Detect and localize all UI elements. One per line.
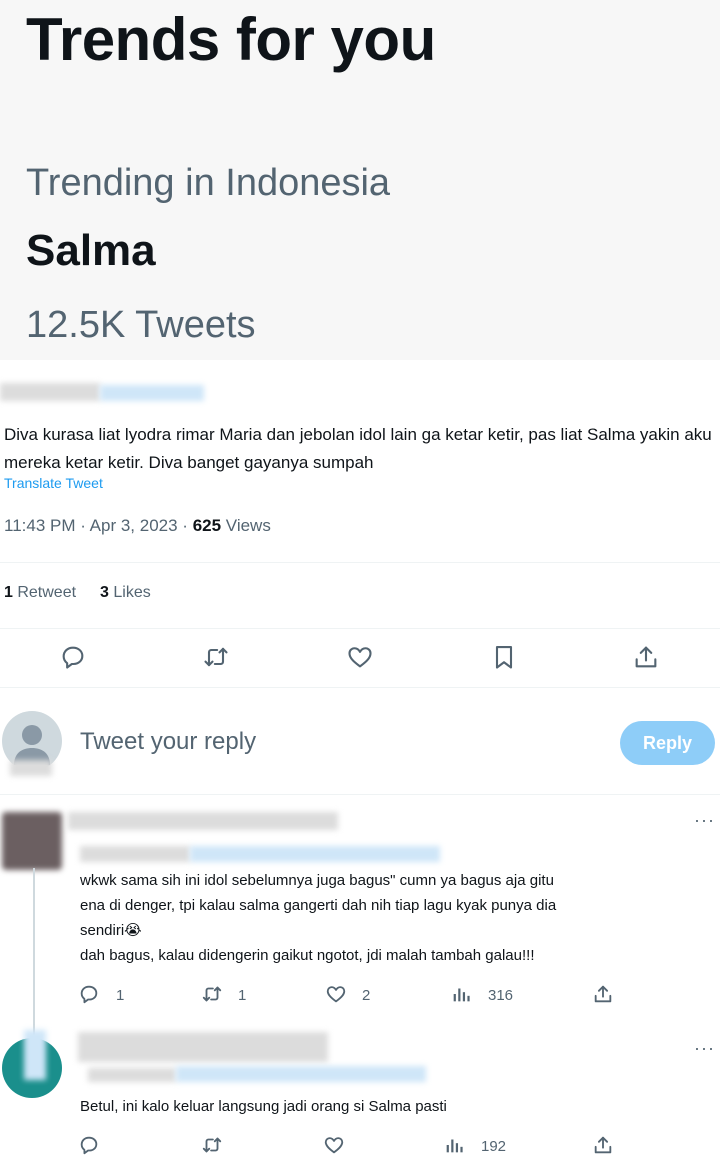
author-handle-redacted: [100, 385, 204, 401]
divider: [0, 687, 720, 688]
likes-stat[interactable]: 3 Likes: [100, 584, 151, 601]
more-icon[interactable]: ···: [694, 810, 715, 831]
author-name-redacted: [78, 1032, 328, 1062]
thread-line: [33, 868, 35, 1038]
avatar: [2, 812, 62, 870]
author-handle-redacted: [176, 1066, 426, 1082]
trend-context: Trending in Indonesia: [26, 162, 391, 204]
author-name-redacted: [0, 383, 100, 401]
tweet-stats: 1 Retweet 3 Likes: [4, 584, 151, 602]
reply-text-line: sendiri😭: [80, 922, 142, 939]
views-icon[interactable]: [450, 983, 472, 1005]
tweet-text: Diva kurasa liat lyodra rimar Maria dan …: [4, 425, 712, 472]
trend-count: 12.5K Tweets: [26, 304, 256, 346]
avatar-redacted: [24, 1030, 46, 1080]
retweets-label: Retweet: [12, 584, 77, 601]
retweet-icon[interactable]: [202, 643, 230, 671]
like-icon[interactable]: [325, 983, 347, 1005]
share-icon[interactable]: [592, 1134, 614, 1156]
share-icon[interactable]: [632, 643, 660, 671]
retweets-count: 1: [4, 584, 13, 601]
divider: [0, 628, 720, 629]
trends-panel: Trends for you Trending in Indonesia Sal…: [0, 0, 720, 360]
reply-text-line: ena di denger, tpi kalau salma gangerti …: [80, 897, 557, 914]
views-icon[interactable]: [443, 1134, 465, 1156]
like-icon[interactable]: [346, 643, 374, 671]
bookmark-icon[interactable]: [490, 643, 518, 671]
reply-text-line: dah bagus, kalau didengerin gaikut ngoto…: [80, 947, 535, 964]
reply-icon[interactable]: [78, 1134, 100, 1156]
views-count: 192: [481, 1138, 507, 1155]
retweet-icon[interactable]: [201, 983, 223, 1005]
retweet-icon[interactable]: [201, 1134, 223, 1156]
author-name-redacted: [68, 812, 338, 830]
trend-name[interactable]: Salma: [26, 226, 156, 276]
redacted-block: [10, 760, 52, 776]
author-handle-redacted: [80, 846, 190, 862]
divider: [0, 562, 720, 563]
views-count: 625: [192, 516, 222, 535]
reply-text-line: Betul, ini kalo keluar langsung jadi ora…: [80, 1098, 447, 1115]
divider: [0, 794, 720, 795]
share-icon[interactable]: [592, 983, 614, 1005]
reply-button[interactable]: Reply: [620, 721, 715, 765]
likes-label: Likes: [108, 584, 151, 601]
more-icon[interactable]: ···: [694, 1038, 715, 1059]
views-label: Views: [221, 516, 271, 535]
retweet-count: 1: [238, 987, 247, 1004]
author-handle-redacted: [88, 1068, 176, 1082]
reply-input[interactable]: Tweet your reply: [80, 728, 256, 756]
retweets-stat[interactable]: 1 Retweet: [4, 584, 76, 601]
translate-tweet-link[interactable]: Translate Tweet: [4, 475, 103, 491]
like-icon[interactable]: [323, 1134, 345, 1156]
reply-icon[interactable]: [78, 983, 100, 1005]
trends-title: Trends for you: [26, 6, 436, 73]
tweet-time: 11:43 PM · Apr 3, 2023 ·: [4, 516, 193, 535]
author-handle-redacted: [190, 846, 440, 862]
views-count: 316: [488, 987, 514, 1004]
reply-text-line: wkwk sama sih ini idol sebelumnya juga b…: [80, 872, 554, 889]
like-count: 2: [362, 987, 371, 1004]
reply-count: 1: [116, 987, 125, 1004]
tweet-meta: 11:43 PM · Apr 3, 2023 · 625 Views: [4, 516, 271, 536]
reply-icon[interactable]: [59, 643, 87, 671]
likes-count: 3: [100, 584, 109, 601]
